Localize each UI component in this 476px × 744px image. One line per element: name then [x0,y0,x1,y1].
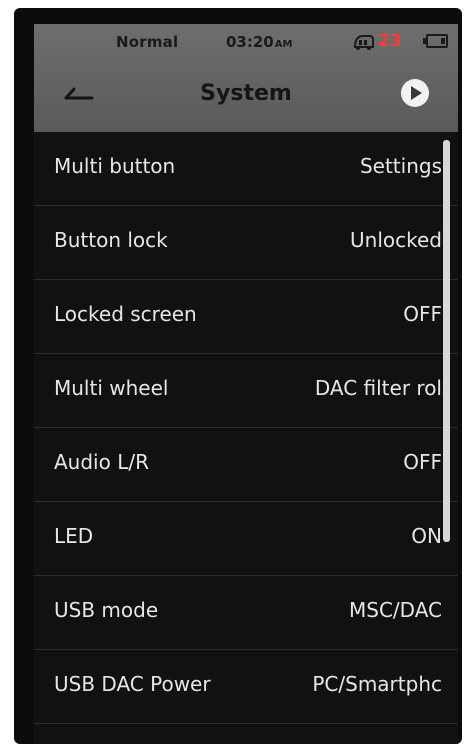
title-bar: System [34,60,458,132]
scrollbar[interactable] [443,140,450,542]
screen: Normal 03:20AM 23 System Multi button Se… [34,24,458,744]
setting-value: Unlocked [350,228,442,252]
settings-list: Multi button Settings Button lock Unlock… [34,132,458,744]
setting-value: MSC/DAC [349,598,442,622]
battery-icon [423,34,448,48]
setting-row-locked-screen[interactable]: Locked screen OFF [34,280,458,354]
thermometer-icon [353,35,374,50]
setting-label: USB mode [54,598,159,622]
setting-row-multi-button[interactable]: Multi button Settings [34,132,458,206]
play-icon[interactable] [400,78,430,108]
setting-value: PC/Smartphc [312,672,442,696]
device-frame: Normal 03:20AM 23 System Multi button Se… [14,8,462,744]
temperature-indicator: 23 [352,31,402,51]
setting-label: Multi button [54,154,176,178]
setting-label: USB DAC Power [54,672,211,696]
setting-value: ON [411,524,442,548]
setting-row-usb-dac-power[interactable]: USB DAC Power PC/Smartphc [34,650,458,724]
setting-row-audio-lr[interactable]: Audio L/R OFF [34,428,458,502]
setting-label: Audio L/R [54,450,149,474]
temperature-value: 23 [378,31,402,51]
setting-row-multi-wheel[interactable]: Multi wheel DAC filter rol [34,354,458,428]
status-bar: Normal 03:20AM 23 [34,24,458,60]
setting-label: Multi wheel [54,376,169,400]
setting-row-button-lock[interactable]: Button lock Unlocked [34,206,458,280]
setting-value: OFF [403,450,442,474]
setting-value: DAC filter rol [314,376,442,400]
clock: 03:20AM [226,33,292,51]
mode-indicator: Normal [116,33,179,51]
clock-ampm: AM [274,39,293,50]
page-title: System [200,81,292,106]
setting-row-led[interactable]: LED ON [34,502,458,576]
header: Normal 03:20AM 23 System [34,24,458,132]
clock-time: 03:20 [226,33,274,51]
setting-value: OFF [403,302,442,326]
setting-label: LED [54,524,94,548]
setting-row-usb-mode[interactable]: USB mode MSC/DAC [34,576,458,650]
setting-label: Locked screen [54,302,197,326]
setting-value: Settings [359,154,442,178]
setting-label: Button lock [54,228,168,252]
